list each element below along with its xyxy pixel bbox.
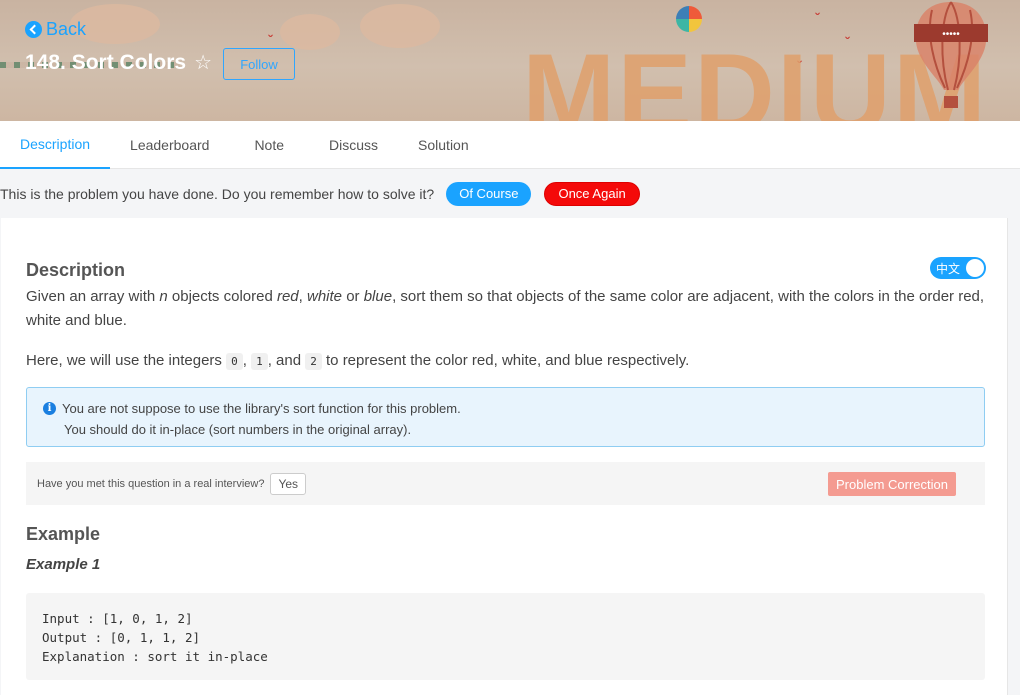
inline-code: 1 bbox=[251, 353, 268, 370]
toggle-knob bbox=[966, 259, 984, 277]
description-paragraph-1: Given an array with n objects colored re… bbox=[26, 288, 985, 329]
problem-banner: ˇ ˇ ˇ ˇ MEDIUM ••••• Back 148. Sort Colo… bbox=[0, 0, 1020, 121]
language-toggle-label: 中文 bbox=[936, 261, 961, 276]
challenge-note: i You are not suppose to use the library… bbox=[26, 387, 985, 447]
interview-question-bar: Have you met this question in a real int… bbox=[26, 462, 985, 505]
planet-icon bbox=[676, 6, 702, 32]
hot-air-balloon-icon: ••••• bbox=[914, 1, 988, 108]
back-arrow-icon bbox=[25, 21, 42, 38]
note-line-2: You should do it in-place (sort numbers … bbox=[64, 422, 412, 437]
problem-correction-button[interactable]: Problem Correction bbox=[828, 472, 956, 496]
bird-icon: ˇ bbox=[815, 10, 820, 26]
example-code-block: Input : [1, 0, 1, 2] Output : [0, 1, 1, … bbox=[26, 593, 985, 680]
interview-question: Have you met this question in a real int… bbox=[37, 477, 265, 490]
example-subheading: Example 1 bbox=[26, 556, 101, 573]
note-line-1: You are not suppose to use the library's… bbox=[62, 401, 461, 416]
language-toggle[interactable]: 中文 bbox=[930, 257, 986, 279]
bird-icon: ˇ bbox=[268, 32, 273, 48]
problem-card: Description 中文 Given an array with n obj… bbox=[1, 218, 1008, 695]
back-label: Back bbox=[46, 19, 87, 39]
problem-title: 148. Sort Colors ☆ bbox=[25, 50, 212, 75]
inline-code: 0 bbox=[226, 353, 243, 370]
description-heading: Description bbox=[26, 260, 126, 280]
tab-note[interactable]: Note bbox=[234, 121, 309, 169]
once-again-button[interactable]: Once Again bbox=[544, 181, 640, 206]
info-icon: i bbox=[43, 402, 56, 415]
inline-code: 2 bbox=[305, 353, 322, 370]
of-course-button[interactable]: Of Course bbox=[446, 181, 532, 206]
banner-cloud bbox=[360, 4, 440, 48]
tab-discuss[interactable]: Discuss bbox=[309, 121, 398, 169]
banner-cloud bbox=[280, 14, 340, 50]
problem-tabs: Description Leaderboard Note Discuss Sol… bbox=[0, 121, 1020, 169]
balloon-text: ••••• bbox=[942, 29, 960, 40]
follow-button[interactable]: Follow bbox=[223, 48, 295, 80]
problem-title-text: 148. Sort Colors bbox=[25, 50, 187, 74]
description-paragraph-2: Here, we will use the integers 0, 1, and… bbox=[26, 352, 690, 370]
tab-solution[interactable]: Solution bbox=[398, 121, 489, 169]
example-heading: Example bbox=[26, 524, 101, 544]
yes-button[interactable]: Yes bbox=[270, 472, 307, 495]
done-reminder-bar: This is the problem you have done. Do yo… bbox=[0, 169, 1020, 218]
tab-leaderboard[interactable]: Leaderboard bbox=[110, 121, 234, 169]
tab-description[interactable]: Description bbox=[0, 121, 111, 169]
back-link[interactable]: Back bbox=[25, 19, 86, 40]
done-message: This is the problem you have done. Do yo… bbox=[0, 185, 435, 202]
star-icon[interactable]: ☆ bbox=[194, 50, 212, 75]
